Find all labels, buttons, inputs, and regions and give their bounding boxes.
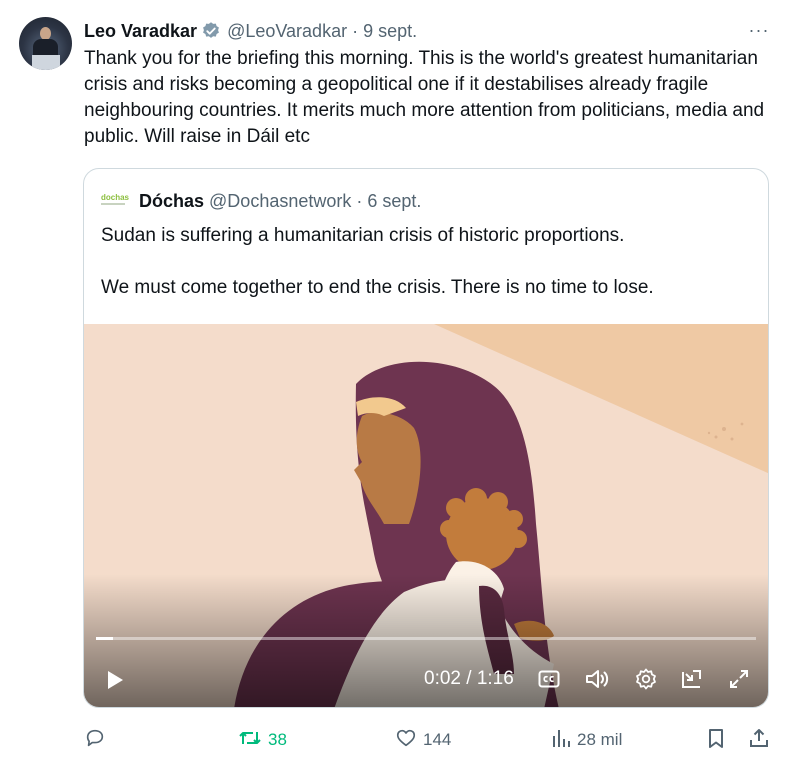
bookmark-button[interactable] bbox=[706, 726, 726, 754]
volume-icon[interactable] bbox=[582, 666, 612, 692]
like-button[interactable]: 144 bbox=[395, 726, 451, 754]
retweet-button[interactable]: 38 bbox=[238, 726, 287, 754]
share-button[interactable] bbox=[748, 726, 770, 754]
quoted-header: dochas Dóchas @Dochasnetwork · 6 sept. bbox=[101, 190, 421, 212]
like-count: 144 bbox=[423, 730, 452, 749]
quoted-author-name[interactable]: Dóchas bbox=[139, 191, 204, 212]
tweet-date[interactable]: 9 sept. bbox=[363, 21, 417, 42]
views-icon bbox=[551, 727, 571, 754]
video-controls: 0:02 / 1:16 bbox=[84, 654, 768, 707]
quoted-date[interactable]: 6 sept. bbox=[367, 191, 421, 212]
like-icon bbox=[395, 727, 417, 754]
dochas-logo-text: dochas bbox=[101, 193, 130, 202]
closed-captions-icon[interactable] bbox=[536, 666, 562, 692]
author-handle[interactable]: @LeoVaradkar bbox=[227, 21, 347, 42]
retweet-count: 38 bbox=[268, 730, 287, 749]
verified-badge-icon bbox=[201, 21, 221, 41]
author-name[interactable]: Leo Varadkar bbox=[84, 21, 197, 42]
share-icon bbox=[748, 727, 770, 754]
video-progress-fill bbox=[96, 637, 114, 640]
video-time: 0:02 / 1:16 bbox=[424, 668, 514, 689]
more-icon[interactable]: ··· bbox=[748, 20, 770, 40]
views-button[interactable]: 28 mil bbox=[551, 726, 622, 754]
quoted-separator: · bbox=[356, 190, 363, 211]
quoted-text-line-1: Sudan is suffering a humanitarian crisis… bbox=[101, 225, 625, 246]
reply-button[interactable] bbox=[84, 726, 106, 754]
quoted-text-line-2: We must come together to end the crisis.… bbox=[101, 277, 654, 298]
quoted-author-handle[interactable]: @Dochasnetwork bbox=[209, 191, 351, 212]
dochas-logo-line bbox=[101, 203, 125, 205]
play-icon[interactable] bbox=[98, 664, 130, 696]
settings-icon[interactable] bbox=[632, 666, 660, 692]
author-avatar[interactable] bbox=[19, 17, 72, 70]
video-progress-bar[interactable] bbox=[96, 637, 756, 640]
header-separator: · bbox=[352, 20, 359, 41]
video-frame-illustration bbox=[84, 324, 768, 707]
views-count: 28 mil bbox=[577, 730, 623, 749]
fullscreen-icon[interactable] bbox=[725, 666, 753, 692]
reply-icon bbox=[84, 727, 106, 754]
tweet-header: Leo Varadkar @LeoVaradkar · 9 sept. bbox=[84, 20, 417, 42]
retweet-icon bbox=[238, 727, 262, 754]
bookmark-icon bbox=[706, 727, 726, 754]
tweet-action-bar: 38 144 28 mil bbox=[0, 726, 800, 754]
quoted-tweet[interactable]: dochas Dóchas @Dochasnetwork · 6 sept. S… bbox=[83, 168, 769, 708]
picture-in-picture-icon[interactable] bbox=[678, 666, 706, 692]
tweet-text: Thank you for the briefing this morning.… bbox=[84, 48, 765, 147]
dochas-logo: dochas bbox=[101, 193, 129, 209]
avatar-podium bbox=[32, 55, 60, 70]
video-player[interactable]: 0:02 / 1:16 bbox=[84, 324, 768, 707]
